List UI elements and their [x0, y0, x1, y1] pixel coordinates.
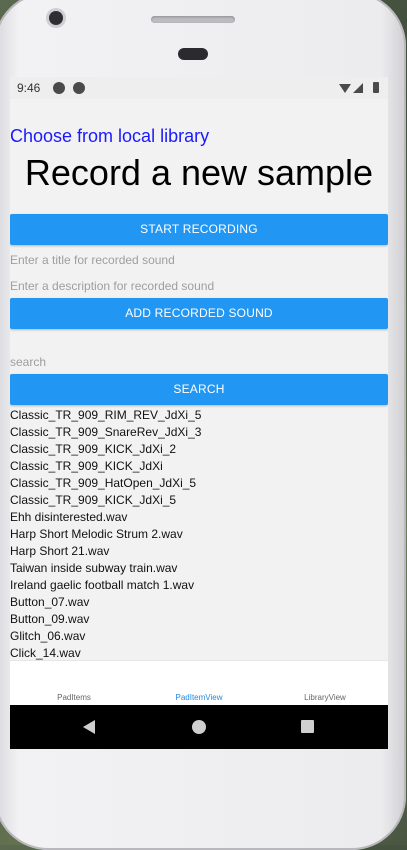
system-nav-bar	[10, 705, 388, 749]
recording-title-input[interactable]: Enter a title for recorded sound	[10, 253, 388, 267]
list-item[interactable]: Classic_TR_909_KICK_JdXi_2	[10, 441, 388, 458]
list-item[interactable]: Classic_TR_909_KICK_JdXi_5	[10, 492, 388, 509]
home-icon[interactable]	[192, 720, 206, 734]
bottom-tab-bar: PadItems PadItemView LibraryView	[10, 660, 388, 706]
notification-icon	[53, 82, 65, 94]
back-icon[interactable]	[83, 720, 95, 734]
tab-paditemview[interactable]: PadItemView	[176, 693, 223, 702]
search-input[interactable]: search	[10, 355, 388, 369]
front-camera-icon	[49, 11, 63, 25]
list-item[interactable]: Harp Short Melodic Strum 2.wav	[10, 526, 388, 543]
add-recorded-sound-button[interactable]: ADD RECORDED SOUND	[10, 298, 388, 329]
list-item[interactable]: Classic_TR_909_SnareRev_JdXi_3	[10, 424, 388, 441]
list-item[interactable]: Button_09.wav	[10, 611, 388, 628]
cell-signal-icon	[353, 83, 363, 93]
list-item[interactable]: Ireland gaelic football match 1.wav	[10, 577, 388, 594]
list-item[interactable]: Taiwan inside subway train.wav	[10, 560, 388, 577]
battery-icon	[373, 82, 379, 93]
list-item[interactable]: Button_07.wav	[10, 594, 388, 611]
local-library-link[interactable]: Choose from local library	[10, 126, 209, 147]
list-item[interactable]: Classic_TR_909_HatOpen_JdXi_5	[10, 475, 388, 492]
status-bar: 9:46	[10, 77, 388, 99]
list-item[interactable]: Ehh disinterested.wav	[10, 509, 388, 526]
tab-libraryview[interactable]: LibraryView	[304, 693, 346, 702]
page-title: Record a new sample	[24, 152, 374, 193]
wifi-icon	[339, 84, 351, 93]
search-button[interactable]: SEARCH	[10, 374, 388, 405]
earpiece-speaker	[151, 16, 235, 23]
list-item[interactable]: Classic_TR_909_RIM_REV_JdXi_5	[10, 407, 388, 424]
list-item[interactable]: Glitch_06.wav	[10, 628, 388, 645]
tab-paditems[interactable]: PadItems	[57, 693, 91, 702]
list-item[interactable]: Click_14.wav	[10, 645, 388, 660]
sound-list: Classic_TR_909_RIM_REV_JdXi_5 Classic_TR…	[10, 407, 388, 660]
notification-icon	[73, 82, 85, 94]
list-item[interactable]: Classic_TR_909_KICK_JdXi	[10, 458, 388, 475]
recording-description-input[interactable]: Enter a description for recorded sound	[10, 279, 388, 293]
list-item[interactable]: Harp Short 21.wav	[10, 543, 388, 560]
status-time: 9:46	[17, 81, 41, 95]
recent-apps-icon[interactable]	[301, 720, 314, 733]
proximity-sensor	[178, 48, 208, 60]
start-recording-button[interactable]: START RECORDING	[10, 214, 388, 245]
app-screen: 9:46 Choose from local library Record a …	[10, 77, 388, 749]
